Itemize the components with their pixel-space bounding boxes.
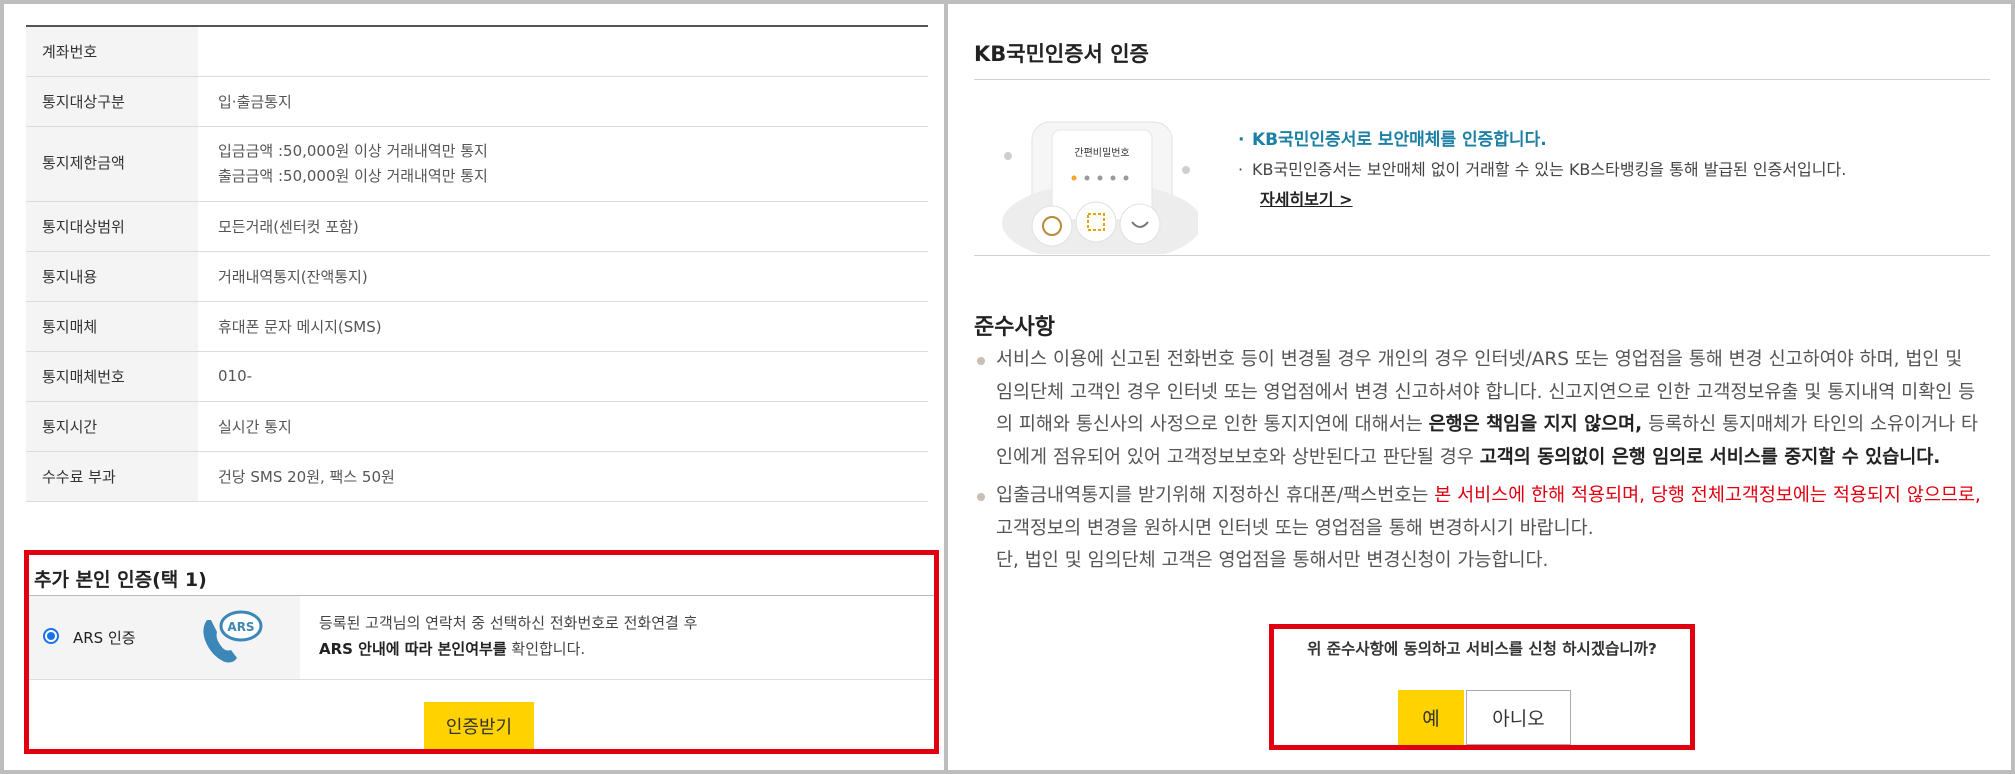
kb-cert-title: KB국민인증서 인증 bbox=[974, 42, 1149, 66]
ars-description: 등록된 고객님의 연락처 중 선택하신 전화번호로 전화연결 후 ARS 안내에… bbox=[319, 614, 698, 658]
notice-title: 준수사항 bbox=[974, 315, 1055, 340]
table-row: 통지제한금액 입금금액 :50,000원 이상 거래내역만 통지 출금금액 :5… bbox=[26, 126, 928, 202]
kb-cert-bullet-desc: · KB국민인증서는 보안매체 없이 거래할 수 있는 KB스타뱅킹을 통해 발급… bbox=[1238, 160, 1847, 179]
row-label: 통지내용 bbox=[26, 251, 198, 302]
svg-text:ARS: ARS bbox=[227, 620, 254, 634]
notice-item: 입출금내역통지를 받기위해 지정하신 휴대폰/팩스번호는 본 서비스에 한해 적… bbox=[974, 480, 1984, 578]
row-value: 모든거래(센터컷 포함) bbox=[198, 201, 928, 252]
divider bbox=[974, 255, 1990, 256]
ars-option-label[interactable]: ARS 인증 bbox=[73, 627, 136, 648]
ars-auth-option: ARS 인증 ARS 등록된 고객님의 연락처 중 선택하신 전화번호로 전화연… bbox=[29, 595, 934, 680]
row-label: 계좌번호 bbox=[26, 26, 198, 77]
divider bbox=[974, 79, 1990, 80]
notice-list: 서비스 이용에 신고된 전화번호 등이 변경될 경우 개인의 경우 인터넷/AR… bbox=[974, 344, 1984, 584]
left-panel: 계좌번호 통지대상구분 입·출금통지 통지제한금액 입금금액 :50,000원 … bbox=[0, 0, 948, 774]
ars-option-header: ARS 인증 ARS bbox=[29, 596, 300, 679]
row-label: 통지시간 bbox=[26, 401, 198, 452]
verify-button[interactable]: 인증받기 bbox=[424, 702, 534, 749]
row-label: 통지매체번호 bbox=[26, 351, 198, 402]
kb-cert-bullet-main: · KB국민인증서로 보안매체를 인증합니다. bbox=[1238, 130, 1547, 150]
row-value: 입금금액 :50,000원 이상 거래내역만 통지 출금금액 :50,000원 … bbox=[198, 126, 928, 202]
row-value: 입·출금통지 bbox=[198, 76, 928, 127]
table-row: 통지내용 거래내역통지(잔액통지) bbox=[26, 251, 928, 302]
table-row: 통지매체 휴대폰 문자 메시지(SMS) bbox=[26, 301, 928, 352]
no-button[interactable]: 아니오 bbox=[1466, 690, 1571, 745]
row-label: 통지대상구분 bbox=[26, 76, 198, 127]
agreement-confirm-box: 위 준수사항에 동의하고 서비스를 신청 하시겠습니까? 예 아니오 bbox=[1269, 624, 1695, 750]
row-value: 010- bbox=[198, 351, 928, 402]
row-value: 휴대폰 문자 메시지(SMS) bbox=[198, 301, 928, 352]
row-value: 건당 SMS 20원, 팩스 50원 bbox=[198, 451, 928, 502]
row-value bbox=[198, 26, 928, 77]
row-label: 통지대상범위 bbox=[26, 201, 198, 252]
additional-auth-section: 추가 본인 인증(택 1) ARS 인증 ARS 등록된 고객님의 연락처 중 … bbox=[24, 550, 939, 754]
table-row: 통지대상구분 입·출금통지 bbox=[26, 76, 928, 127]
table-row: 통지시간 실시간 통지 bbox=[26, 401, 928, 452]
table-row: 통지매체번호 010- bbox=[26, 351, 928, 402]
yes-button[interactable]: 예 bbox=[1398, 690, 1464, 745]
auth-section-title: 추가 본인 인증(택 1) bbox=[34, 569, 207, 591]
right-panel: KB국민인증서 인증 간편비밀번호 · KB국민인증서로 보안매체를 인증합니다.… bbox=[944, 0, 2015, 774]
table-row: 계좌번호 bbox=[26, 26, 928, 77]
confirm-question: 위 준수사항에 동의하고 서비스를 신청 하시겠습니까? bbox=[1307, 640, 1657, 658]
kb-cert-phone-icon: 간편비밀번호 bbox=[1002, 121, 1198, 254]
row-label: 통지제한금액 bbox=[26, 126, 198, 202]
ars-phone-icon: ARS bbox=[203, 610, 263, 663]
notice-item: 서비스 이용에 신고된 전화번호 등이 변경될 경우 개인의 경우 인터넷/AR… bbox=[974, 344, 1984, 474]
row-value: 실시간 통지 bbox=[198, 401, 928, 452]
row-value: 거래내역통지(잔액통지) bbox=[198, 251, 928, 302]
row-label: 통지매체 bbox=[26, 301, 198, 352]
row-label: 수수료 부과 bbox=[26, 451, 198, 502]
table-row: 통지대상범위 모든거래(센터컷 포함) bbox=[26, 201, 928, 252]
notification-info-table: 계좌번호 통지대상구분 입·출금통지 통지제한금액 입금금액 :50,000원 … bbox=[26, 25, 928, 502]
table-row: 수수료 부과 건당 SMS 20원, 팩스 50원 bbox=[26, 451, 928, 502]
ars-radio[interactable] bbox=[43, 628, 59, 644]
svg-text:간편비밀번호: 간편비밀번호 bbox=[1074, 147, 1129, 159]
see-more-link[interactable]: 자세히보기 > bbox=[1260, 186, 1353, 210]
